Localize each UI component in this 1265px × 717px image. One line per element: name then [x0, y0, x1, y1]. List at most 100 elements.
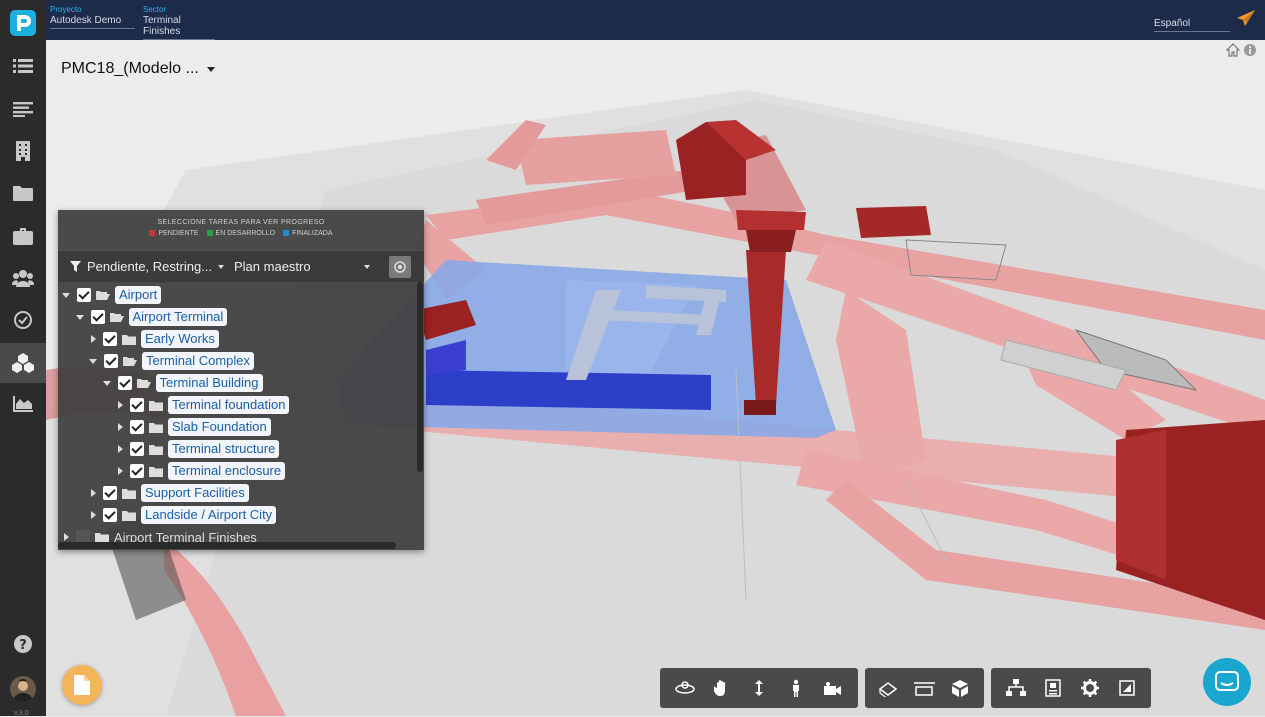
tree-checkbox[interactable]: [117, 376, 132, 390]
tree-node-label[interactable]: Terminal enclosure: [168, 462, 286, 480]
nav-text[interactable]: [0, 89, 46, 129]
tree-node[interactable]: Airport Terminal: [75, 307, 228, 327]
orbit-tool[interactable]: [666, 671, 703, 705]
tree-node[interactable]: Terminal foundation: [116, 395, 290, 415]
caret-down-icon[interactable]: [62, 292, 70, 298]
folder-open-icon: [136, 378, 151, 389]
check-circle-icon: [14, 311, 32, 329]
project-selector[interactable]: Proyecto Autodesk Demo: [50, 5, 135, 29]
tree-node-label[interactable]: Terminal structure: [168, 440, 280, 458]
tree-node[interactable]: Slab Foundation: [116, 417, 271, 437]
task-tree: Airport Airport Terminal Early Works Termin…: [58, 285, 416, 550]
tree-checkbox[interactable]: [103, 508, 117, 522]
explode-cube-icon: [952, 680, 969, 697]
nav-briefcase[interactable]: [0, 216, 46, 256]
language-selector[interactable]: Español: [1154, 18, 1230, 32]
properties-tool[interactable]: [1034, 671, 1071, 705]
tree-node-label[interactable]: Airport: [115, 286, 162, 304]
tree-node[interactable]: Early Works: [89, 329, 219, 349]
model-tree-tool[interactable]: [997, 671, 1034, 705]
chevron-down-icon: [218, 264, 225, 269]
caret-right-icon[interactable]: [118, 401, 123, 409]
tree-node[interactable]: Airport: [62, 285, 162, 305]
caret-right-icon[interactable]: [118, 423, 123, 431]
caret-right-icon[interactable]: [91, 335, 96, 343]
nav-list[interactable]: [0, 46, 46, 86]
tree-node-label[interactable]: Terminal foundation: [168, 396, 290, 414]
tree-node[interactable]: Terminal structure: [116, 439, 280, 459]
tree-node[interactable]: Landside / Airport City: [89, 505, 277, 525]
panel-header: SELECCIONE TAREAS PARA VER PROGRESO PEND…: [58, 210, 424, 250]
folder-icon: [122, 334, 136, 345]
caret-right-icon[interactable]: [64, 533, 69, 541]
caret-right-icon[interactable]: [118, 467, 123, 475]
nav-tasks[interactable]: [0, 300, 46, 340]
zoom-arrows-icon: [755, 680, 763, 696]
folder-open-icon: [96, 290, 110, 301]
chat-button[interactable]: [1203, 658, 1251, 706]
tree-node[interactable]: Terminal enclosure: [116, 461, 286, 481]
folder-open-icon: [109, 312, 124, 323]
section-tool[interactable]: [907, 671, 943, 705]
nav-models[interactable]: [0, 343, 46, 383]
tree-checkbox[interactable]: [104, 354, 118, 368]
tree-node-label[interactable]: Slab Foundation: [168, 418, 271, 436]
tree-checkbox[interactable]: [90, 310, 105, 324]
orbit-icon: [674, 681, 695, 694]
send-button[interactable]: [1237, 10, 1255, 33]
first-person-tool[interactable]: [778, 671, 815, 705]
document-button[interactable]: [62, 665, 102, 705]
caret-down-icon[interactable]: [89, 358, 97, 364]
fullscreen-tool[interactable]: [1108, 671, 1145, 705]
nav-charts[interactable]: [0, 384, 46, 424]
tree-checkbox[interactable]: [103, 486, 117, 500]
tree-checkbox[interactable]: [130, 464, 144, 478]
building-icon: [16, 141, 30, 161]
status-filter[interactable]: Pendiente, Restring...: [70, 259, 225, 274]
nav-folder[interactable]: [0, 173, 46, 213]
caret-down-icon[interactable]: [75, 314, 84, 320]
folder-icon: [13, 186, 33, 201]
sector-value[interactable]: Terminal Finishes: [143, 15, 215, 40]
settings-tool[interactable]: [1071, 671, 1108, 705]
sector-selector[interactable]: Sector Terminal Finishes: [143, 5, 215, 40]
measure-tool[interactable]: [871, 671, 907, 705]
nav-building[interactable]: [0, 131, 46, 171]
folder-icon: [122, 510, 136, 521]
info-icon[interactable]: [1243, 43, 1257, 57]
tree-vertical-scrollbar[interactable]: [416, 282, 424, 550]
tree-node-label[interactable]: Early Works: [141, 330, 219, 348]
avatar[interactable]: [10, 676, 36, 702]
tree-node-label[interactable]: Terminal Building: [155, 374, 263, 392]
model-selector[interactable]: PMC18_(Modelo ...: [61, 60, 215, 78]
nav-users[interactable]: [0, 258, 46, 298]
app-logo[interactable]: [10, 10, 36, 36]
pan-tool[interactable]: [703, 671, 740, 705]
tree-node-label[interactable]: Landside / Airport City: [141, 506, 277, 524]
sector-label: Sector: [143, 5, 167, 14]
tree-checkbox[interactable]: [130, 442, 144, 456]
project-value[interactable]: Autodesk Demo: [50, 15, 135, 29]
clear-filter-button[interactable]: [389, 256, 411, 278]
explode-tool[interactable]: [942, 671, 978, 705]
tree-node-label[interactable]: Terminal Complex: [142, 352, 255, 370]
nav-help[interactable]: ?: [0, 624, 46, 664]
home-icon[interactable]: [1226, 43, 1240, 57]
tree-node[interactable]: Terminal Building: [102, 373, 263, 393]
caret-right-icon[interactable]: [118, 445, 123, 453]
tree-node-label[interactable]: Support Facilities: [141, 484, 249, 502]
tree-checkbox[interactable]: [130, 420, 144, 434]
tree-node[interactable]: Support Facilities: [89, 483, 249, 503]
tree-checkbox[interactable]: [103, 332, 117, 346]
zoom-tool[interactable]: [740, 671, 777, 705]
tree-node[interactable]: Terminal Complex: [89, 351, 255, 371]
caret-down-icon[interactable]: [102, 380, 111, 386]
caret-right-icon[interactable]: [91, 489, 96, 497]
tree-checkbox[interactable]: [77, 288, 91, 302]
plan-filter[interactable]: Plan maestro: [234, 259, 370, 274]
caret-right-icon[interactable]: [91, 511, 96, 519]
camera-tool[interactable]: [815, 671, 852, 705]
tree-horizontal-scrollbar[interactable]: [58, 542, 396, 549]
tree-node-label[interactable]: Airport Terminal: [128, 308, 228, 326]
tree-checkbox[interactable]: [130, 398, 144, 412]
